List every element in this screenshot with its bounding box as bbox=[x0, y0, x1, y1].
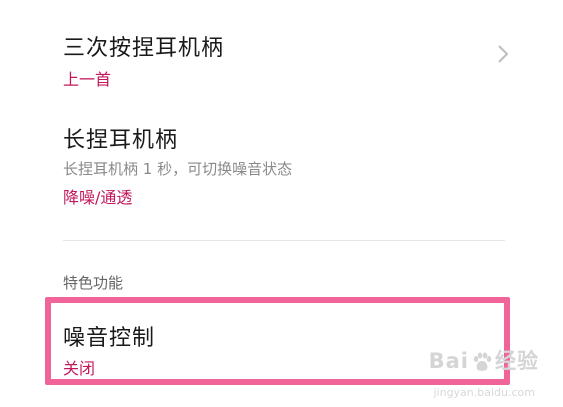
divider bbox=[63, 240, 505, 241]
watermark-url: jingyan.baidu.com bbox=[433, 386, 535, 399]
setting-description: 长捏耳机柄 1 秒，可切换噪音状态 bbox=[63, 160, 293, 178]
watermark-brand-left: Bai bbox=[428, 349, 469, 373]
setting-title: 长捏耳机柄 bbox=[63, 128, 179, 153]
chevron-right-icon bbox=[498, 45, 509, 63]
baidu-paw-icon bbox=[473, 352, 492, 371]
setting-title: 三次按捏耳机柄 bbox=[63, 36, 225, 61]
watermark-brand-right: 经验 bbox=[495, 349, 539, 373]
setting-title: 噪音控制 bbox=[63, 326, 156, 351]
setting-row-triple-press[interactable]: 三次按捏耳机柄 上一首 bbox=[0, 0, 563, 100]
setting-row-long-press[interactable]: 长捏耳机柄 长捏耳机柄 1 秒，可切换噪音状态 降噪/通透 bbox=[0, 100, 563, 230]
setting-value: 降噪/通透 bbox=[63, 188, 133, 207]
section-header: 特色功能 bbox=[63, 274, 124, 292]
setting-value: 关闭 bbox=[63, 359, 96, 378]
setting-value: 上一首 bbox=[63, 70, 112, 89]
watermark-logo: Bai 经验 bbox=[429, 345, 539, 375]
